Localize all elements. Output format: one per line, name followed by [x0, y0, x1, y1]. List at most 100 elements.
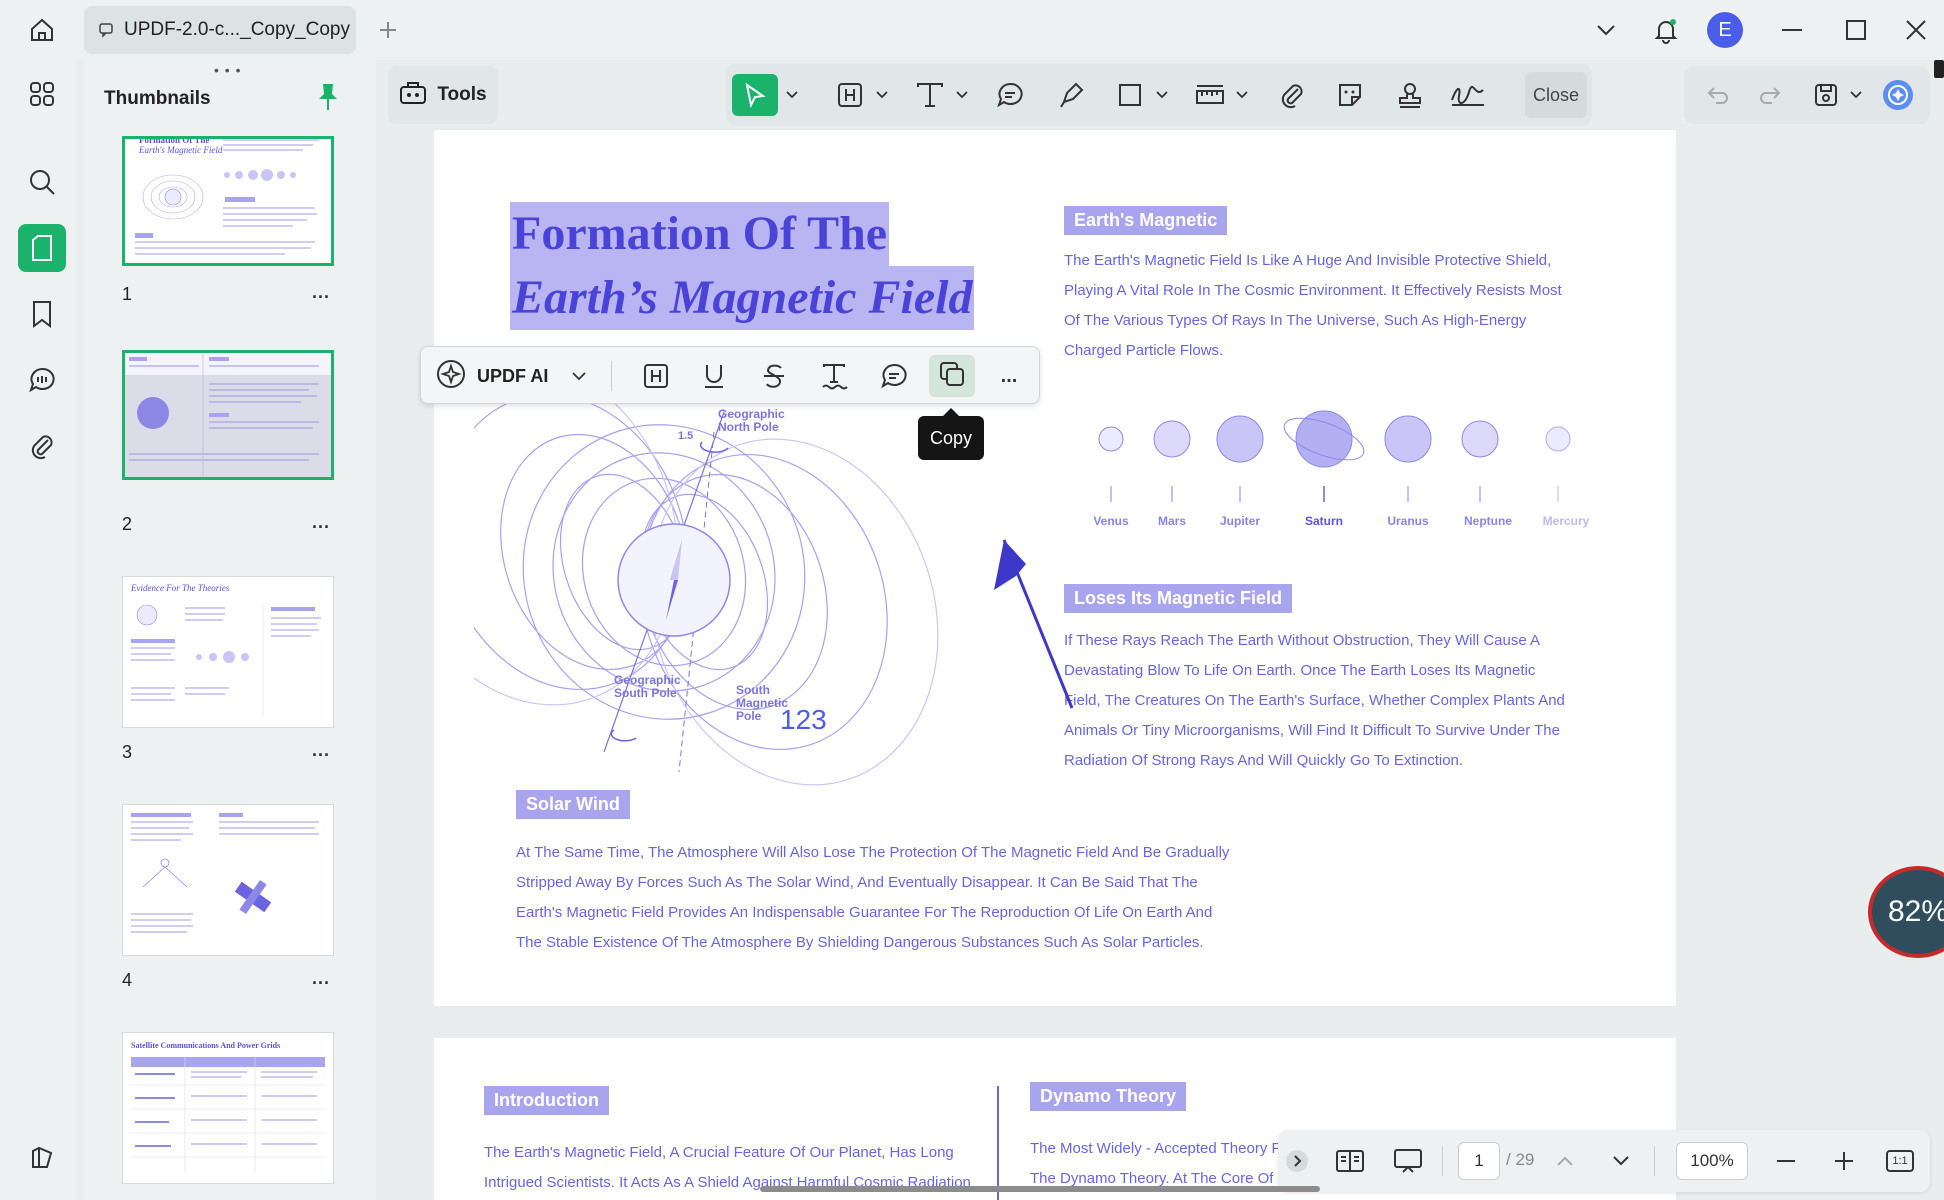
performance-badge[interactable]: 82% [1868, 866, 1944, 958]
bookmark-icon[interactable] [18, 290, 66, 338]
select-tool-button[interactable] [732, 74, 778, 116]
chevron-down-icon[interactable] [1152, 74, 1172, 116]
shape-tool-icon[interactable] [1110, 74, 1150, 116]
handwritten-annotation[interactable]: 123 [780, 704, 827, 736]
thumbnail-number: 3 [122, 742, 133, 762]
document-page-1: Formation Of The Earth’s Magnetic Field … [434, 130, 1676, 1006]
minimize-icon[interactable] [1774, 12, 1810, 48]
copy-button[interactable] [929, 355, 975, 397]
chevron-down-icon[interactable] [1846, 74, 1866, 116]
right-toolbar [1684, 66, 1930, 124]
south-pole-label: Geographic South Pole [614, 673, 681, 700]
highlight-text-icon[interactable] [635, 355, 677, 397]
ai-assistant-icon[interactable] [1878, 74, 1918, 116]
attachment-icon[interactable] [18, 422, 66, 470]
document-tab-label: UPDF-2.0-c..._Copy_Copy [124, 19, 350, 40]
angle-label: 1.5 [678, 430, 694, 442]
attachment-tool-icon[interactable] [1272, 74, 1312, 116]
stamp-tool-icon[interactable] [1390, 74, 1430, 116]
chevron-down-icon[interactable] [782, 74, 802, 116]
toolbox-icon [399, 79, 427, 111]
document-tab[interactable]: UPDF-2.0-c..._Copy_Copy [84, 6, 356, 54]
text-line: Intrigued Scientists. It Acts As A Shiel… [484, 1174, 971, 1191]
thumbnails-title: Thumbnails [104, 88, 211, 109]
actual-size-button[interactable]: 1:1 [1882, 1140, 1918, 1182]
strikethrough-icon[interactable] [753, 355, 795, 397]
home-icon[interactable] [24, 12, 60, 48]
previous-page-icon[interactable] [1550, 1140, 1580, 1182]
arrow-annotation[interactable] [964, 480, 1084, 720]
notification-bell-icon[interactable] [1648, 12, 1684, 48]
thumbnails-icon[interactable] [18, 224, 66, 272]
text-line: Animals Or Tiny Microorganisms, Will Fin… [1064, 722, 1560, 739]
copy-icon [938, 360, 966, 393]
text-line: Devastating Blow To Life On Earth. Once … [1064, 662, 1536, 679]
avatar[interactable]: E [1707, 12, 1743, 48]
comment-tool-icon[interactable] [990, 74, 1030, 116]
updf-ai-label: UPDF AI [477, 365, 549, 386]
more-options-button[interactable]: ... [991, 355, 1027, 397]
close-window-icon[interactable] [1898, 12, 1934, 48]
close-annotation-button[interactable]: Close [1525, 72, 1587, 118]
document-tab-icon [98, 22, 114, 38]
chevron-down-icon[interactable] [567, 355, 591, 397]
chevron-down-icon[interactable] [1588, 12, 1624, 48]
section-tag-solar-wind: Solar Wind [516, 790, 630, 819]
panel-drag-handle[interactable]: • • • [214, 62, 241, 78]
highlight-tool-icon[interactable] [830, 74, 870, 116]
zoom-level-input[interactable]: 100% [1676, 1142, 1748, 1180]
tools-button[interactable]: Tools [388, 66, 498, 124]
pencil-tool-icon[interactable] [1052, 74, 1092, 116]
thumbnail-more-icon[interactable]: ... [312, 740, 330, 761]
page-title-line-1[interactable]: Formation Of The [510, 202, 890, 266]
add-tab-icon[interactable] [372, 14, 404, 46]
page-number-input[interactable]: 1 [1458, 1142, 1500, 1180]
save-icon[interactable] [1806, 74, 1846, 116]
search-icon[interactable] [18, 158, 66, 206]
theme-toggle-icon[interactable] [18, 1134, 66, 1182]
measure-tool-icon[interactable] [1190, 74, 1230, 116]
squiggly-underline-icon[interactable] [813, 355, 855, 397]
underline-icon[interactable] [693, 355, 735, 397]
thumbnail-page-1[interactable]: Formation Of The Earth's Magnetic Field [122, 135, 334, 266]
text-line: The Earth's Magnetic Field Is Like A Hug… [1064, 252, 1552, 269]
comment-icon[interactable] [873, 355, 915, 397]
maximize-icon[interactable] [1838, 12, 1874, 48]
chevron-down-icon[interactable] [952, 74, 972, 116]
undo-icon[interactable] [1698, 74, 1738, 116]
text-line: Playing A Vital Role In The Cosmic Envir… [1064, 282, 1562, 299]
thumbnail-page-4[interactable] [122, 804, 334, 956]
next-page-icon[interactable] [1606, 1140, 1636, 1182]
thumbnail-more-icon[interactable]: ... [312, 968, 330, 989]
collapse-bar-icon[interactable] [1282, 1140, 1312, 1182]
text-line: The Earth's Magnetic Field, A Crucial Fe… [484, 1144, 954, 1161]
thumbnails-panel: • • • Thumbnails Formation Of The Earth'… [84, 60, 376, 1200]
text-line: Radiation Of Strong Rays And Will Quickl… [1064, 752, 1464, 769]
earths-magnetic-text: The Earth's Magnetic Field Is Like A Hug… [1064, 246, 1562, 366]
signature-tool-icon[interactable] [1446, 74, 1490, 116]
presentation-icon[interactable] [1388, 1140, 1428, 1182]
thumbnail-page-2[interactable] [122, 350, 334, 480]
planet-label: Uranus [1387, 514, 1429, 528]
pin-icon[interactable] [316, 82, 346, 116]
horizontal-scrollbar[interactable] [760, 1186, 1320, 1192]
section-tag-loses-magnetic-field: Loses Its Magnetic Field [1064, 584, 1293, 613]
text-line: The Most Widely - Accepted Theory F [1030, 1140, 1281, 1157]
chevron-down-icon[interactable] [872, 74, 892, 116]
zoom-out-icon[interactable] [1768, 1140, 1804, 1182]
page-navigation-bar: 1 / 29 100% 1:1 [1278, 1130, 1930, 1192]
thumbnail-page-3[interactable]: Evidence For The Theories [122, 576, 334, 728]
text-tool-icon[interactable] [910, 74, 950, 116]
thumbnail-page-5[interactable]: Satellite Communications And Power Grids [122, 1032, 334, 1184]
page-layout-icon[interactable] [1330, 1140, 1370, 1182]
redo-icon[interactable] [1750, 74, 1790, 116]
thumbnail-more-icon[interactable]: ... [312, 282, 330, 303]
apps-grid-icon[interactable] [18, 70, 66, 118]
sticker-tool-icon[interactable] [1330, 74, 1370, 116]
page-title-line-2[interactable]: Earth’s Magnetic Field [510, 266, 975, 330]
thumbnail-number: 1 [122, 284, 133, 304]
chevron-down-icon[interactable] [1232, 74, 1252, 116]
zoom-in-icon[interactable] [1826, 1140, 1862, 1182]
comments-icon[interactable] [18, 356, 66, 404]
thumbnail-more-icon[interactable]: ... [312, 512, 330, 533]
